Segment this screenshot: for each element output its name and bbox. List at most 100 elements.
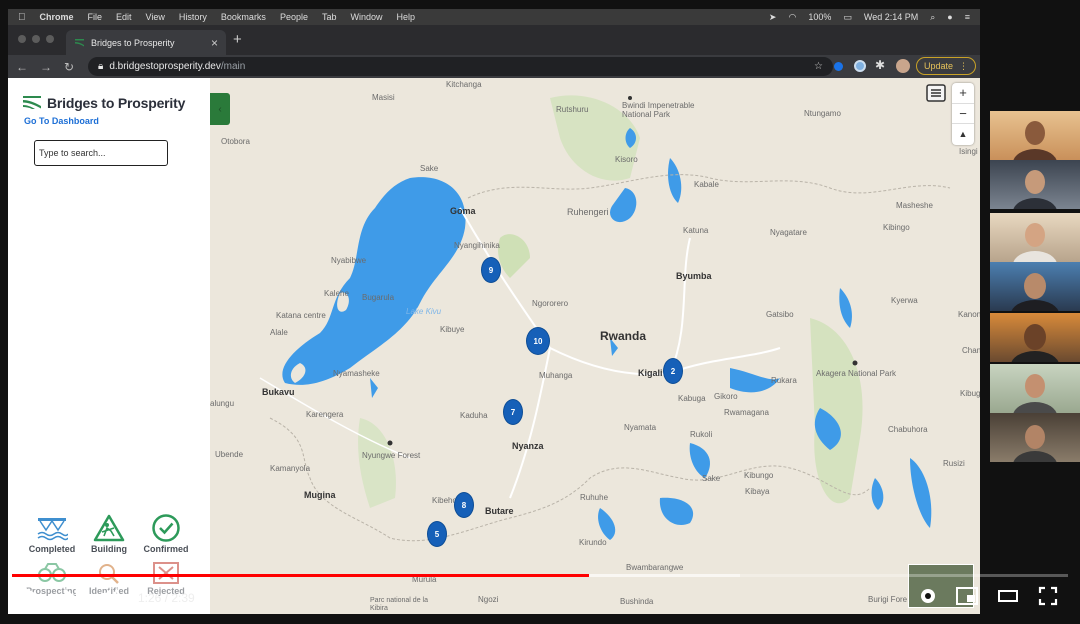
menu-file[interactable]: File [88,12,103,22]
next-icon[interactable] [62,586,82,606]
extensions-puzzle-icon[interactable]: ✱ [875,58,885,72]
search-input[interactable] [34,140,168,166]
place-label: Ntungamo [804,109,841,118]
player-controls: 1:26 / 2:39 [0,580,1080,614]
settings-gear-icon[interactable] [918,586,938,606]
legend-confirmed[interactable]: Confirmed [138,514,194,554]
new-tab-icon[interactable]: + [233,31,242,48]
person-icon [1013,374,1057,413]
reload-icon[interactable]: ↻ [64,60,74,74]
menu-people[interactable]: People [280,12,308,22]
map[interactable]: Kitchanga Masisi Rutshuru Bwindi Impenet… [210,78,980,614]
bridge-cluster-marker[interactable]: 5 [427,521,447,547]
collapse-sidebar-button[interactable]: ‹ [210,93,230,125]
legend-building[interactable]: Building [81,514,137,554]
participant-video[interactable] [990,213,1080,262]
battery-icon[interactable]: ▭ [843,12,852,23]
bridge-cluster-marker[interactable]: 8 [454,492,474,518]
location-icon[interactable]: ➤ [769,12,777,23]
place-label: Bukavu [262,387,295,397]
participant-video[interactable] [990,364,1080,413]
place-label: Akagera National Park [816,369,897,378]
place-label: Katuna [683,226,709,235]
address-bar[interactable]: 🔒︎ d.bridgestoprosperity.dev/main ☆ [88,57,833,76]
place-label: Kibuye [440,325,465,334]
control-center-icon[interactable]: ≡ [965,12,970,22]
map-base-layer [210,78,980,614]
back-icon[interactable]: ← [16,60,28,74]
volume-icon[interactable] [100,586,124,606]
extension-icon[interactable] [834,62,843,71]
person-icon [1011,273,1059,311]
menubar-app-name[interactable]: Chrome [40,12,74,22]
place-label: Kisoro [615,155,638,164]
clock[interactable]: Wed 2:14 PM [864,12,918,22]
miniplayer-icon[interactable] [956,586,978,606]
fullscreen-icon[interactable] [1038,586,1058,606]
participant-video[interactable] [990,413,1080,462]
place-label: Mugina [304,490,336,500]
bookmark-star-icon[interactable]: ☆ [814,61,823,72]
legend-label: Building [91,544,127,554]
participant-video[interactable] [990,160,1080,209]
update-label: Update [923,61,954,71]
brand-logo[interactable]: Bridges to Prosperity [22,94,185,112]
menu-tab[interactable]: Tab [322,12,337,22]
menu-window[interactable]: Window [350,12,382,22]
construction-icon [93,514,125,542]
participant-video[interactable] [990,111,1080,160]
legend-completed[interactable]: Completed [24,514,80,554]
zoom-in-button[interactable]: + [959,83,967,103]
go-to-dashboard-link[interactable]: Go To Dashboard [24,116,99,126]
bridge-cluster-marker[interactable]: 7 [503,399,523,425]
timecode: 1:26 / 2:39 [138,591,195,605]
place-label: Masheshe [896,201,933,210]
participant-video[interactable] [990,262,1080,311]
place-label: Chabuhora [888,425,928,434]
lake-label: Lake Kivu [406,307,442,316]
place-label: Isingi [959,147,978,156]
place-label: Kirundo [579,538,607,547]
apple-icon[interactable]:  [18,12,26,23]
tab-close-icon[interactable]: × [211,36,218,50]
place-label: Karengera [306,410,344,419]
window-zoom-icon[interactable] [46,35,54,43]
bridge-cluster-marker[interactable]: 2 [663,358,683,384]
browser-toolbar: ← → ↻ 🔒︎ d.bridgestoprosperity.dev/main … [8,55,980,78]
zoom-out-button[interactable]: − [952,103,974,123]
menu-bookmarks[interactable]: Bookmarks [221,12,266,22]
extension-icon[interactable] [854,60,866,72]
window-minimize-icon[interactable] [32,35,40,43]
window-close-icon[interactable] [18,35,26,43]
participant-video[interactable] [990,313,1080,362]
sidebar: Bridges to Prosperity Go To Dashboard Co… [8,78,210,614]
browser-tab[interactable]: Bridges to Prosperity × [66,30,226,55]
place-label: Nyabibwe [331,256,367,265]
theater-mode-icon[interactable] [997,586,1019,606]
forward-icon[interactable]: → [40,60,52,74]
place-label: Rwamagana [724,408,769,417]
place-label: Ruhengeri [567,207,609,217]
menu-help[interactable]: Help [397,12,416,22]
profile-avatar[interactable] [896,59,910,73]
place-label: Bwambarangwe [626,563,684,572]
battery-percent[interactable]: 100% [808,12,831,22]
menu-edit[interactable]: Edit [116,12,132,22]
place-label: Nyungwe Forest [362,451,421,460]
place-label: Kigali [638,368,663,378]
place-label: Otobora [221,137,250,146]
bridge-cluster-marker[interactable]: 10 [526,327,550,355]
bridge-cluster-marker[interactable]: 9 [481,257,501,283]
url-path: /main [220,61,246,72]
menu-history[interactable]: History [179,12,207,22]
siri-icon[interactable]: ● [947,12,952,22]
play-icon[interactable] [22,586,42,606]
tab-title: Bridges to Prosperity [91,37,175,48]
update-button[interactable]: Update ⋮ [916,57,976,75]
wifi-icon[interactable]: ◠ [788,12,796,23]
place-label: Kibungo [744,471,774,480]
layers-menu-icon[interactable] [926,84,946,102]
spotlight-icon[interactable]: ⌕ [930,12,935,23]
menu-view[interactable]: View [146,12,165,22]
compass-icon[interactable]: ▲ [952,123,974,143]
